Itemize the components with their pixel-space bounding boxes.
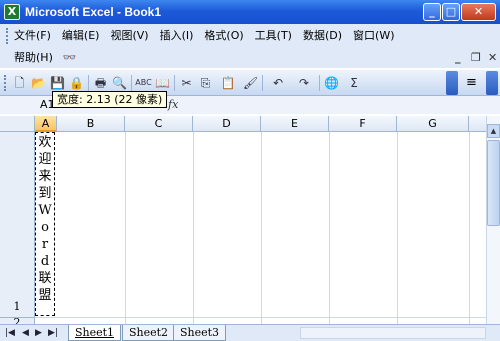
select-all-corner[interactable]: [0, 116, 35, 132]
menu-grip[interactable]: [6, 28, 9, 44]
toolbar-separator: [262, 75, 263, 91]
menu-items: 文件(F) 编辑(E) 视图(V) 插入(I) 格式(O) 工具(T) 数据(D…: [14, 28, 406, 43]
gridline: [261, 132, 262, 324]
toolbar-options-button[interactable]: [446, 71, 458, 95]
menu-help[interactable]: 帮助(H): [14, 50, 53, 65]
open-icon[interactable]: 📂: [29, 74, 48, 92]
gridline: [329, 132, 330, 324]
prev-sheet-icon[interactable]: ◀: [22, 327, 29, 339]
column-header-f[interactable]: F: [329, 116, 397, 132]
toolbar-separator: [88, 75, 89, 91]
autosum-icon[interactable]: Σ: [341, 74, 367, 92]
undo-icon[interactable]: ↶: [265, 74, 291, 92]
toolbar-separator: [131, 75, 132, 91]
copy-icon[interactable]: ⎘: [196, 74, 215, 92]
row-header-1[interactable]: 1: [0, 132, 35, 318]
menu-file[interactable]: 文件(F): [14, 28, 51, 43]
print-icon[interactable]: 🖶: [91, 74, 110, 92]
scroll-up-icon[interactable]: ▲: [487, 124, 500, 138]
gridline: [397, 132, 398, 324]
toolbar-icons: 🗋 📂 💾 🔒 🖶 🔍 ABC 📖 ✂ ⎘ 📋 🖌 ↶ ↷ 🌐 Σ: [10, 74, 367, 92]
next-sheet-icon[interactable]: ▶: [35, 327, 42, 339]
hyperlink-icon[interactable]: 🌐: [322, 74, 341, 92]
column-header-g[interactable]: G: [397, 116, 469, 132]
toolbar-grip[interactable]: [4, 75, 7, 91]
menu-data[interactable]: 数据(D): [303, 28, 342, 43]
tab-sheet1[interactable]: Sheet1: [68, 325, 122, 341]
menu-tools[interactable]: 工具(T): [255, 28, 292, 43]
fx-icon[interactable]: fx: [168, 97, 178, 113]
print-preview-icon[interactable]: 🔍: [110, 74, 129, 92]
toolbar-separator: [174, 75, 175, 91]
title-bar: X Microsoft Excel - Book1 _ □ ✕: [0, 0, 500, 24]
spelling-icon[interactable]: ABC: [134, 74, 153, 92]
column-header-b[interactable]: B: [57, 116, 125, 132]
cut-icon[interactable]: ✂: [177, 74, 196, 92]
menu-format[interactable]: 格式(O): [204, 28, 243, 43]
column-header-h[interactable]: [469, 116, 486, 132]
permission-icon[interactable]: 🔒: [67, 74, 86, 92]
toolbar-options-button-2[interactable]: [486, 71, 498, 95]
last-sheet-icon[interactable]: ▶|: [48, 327, 58, 339]
gridline: [35, 317, 486, 318]
redo-icon[interactable]: ↷: [291, 74, 317, 92]
column-header-a[interactable]: A: [35, 116, 57, 132]
menu-row-2: 帮助(H) 👓: [14, 50, 77, 65]
minimize-button[interactable]: _: [423, 3, 441, 21]
gridline: [193, 132, 194, 324]
toolbar-separator: [319, 75, 320, 91]
column-header-c[interactable]: C: [125, 116, 193, 132]
first-sheet-icon[interactable]: |◀: [5, 327, 15, 339]
research-icon[interactable]: 📖: [153, 74, 172, 92]
save-icon[interactable]: 💾: [48, 74, 67, 92]
gridline: [469, 132, 470, 324]
window-title: Microsoft Excel - Book1: [25, 5, 162, 19]
menu-edit[interactable]: 编辑(E): [62, 28, 100, 43]
menu-window[interactable]: 窗口(W): [353, 28, 394, 43]
column-width-tooltip: 宽度: 2.13 (22 像素): [52, 91, 168, 108]
format-painter-icon[interactable]: 🖌: [241, 74, 260, 92]
gridline: [125, 132, 126, 324]
column-header-e[interactable]: E: [261, 116, 329, 132]
horizontal-scrollbar[interactable]: [300, 327, 486, 339]
tab-sheet2[interactable]: Sheet2: [122, 325, 176, 341]
cell-a1-text: 欢 迎 来 到 W o r d 联 盟: [38, 135, 52, 303]
worksheet-grid[interactable]: A B C D E F G 1 2 欢 迎 来 到 W o r d 联 盟: [0, 116, 486, 324]
sheet-tabs-bar: |◀ ◀ ▶ ▶| Sheet1 Sheet2 Sheet3: [0, 324, 500, 341]
vertical-scrollbar[interactable]: ▲: [486, 116, 500, 324]
align-icon[interactable]: ≡: [466, 74, 477, 92]
tab-sheet3[interactable]: Sheet3: [173, 325, 227, 341]
excel-icon[interactable]: X: [4, 4, 20, 20]
maximize-button[interactable]: □: [442, 3, 460, 21]
glasses-icon[interactable]: 👓: [63, 50, 77, 65]
doc-restore-button[interactable]: ❐: [471, 52, 481, 64]
scroll-thumb[interactable]: [487, 140, 500, 226]
menu-view[interactable]: 视图(V): [110, 28, 148, 43]
paste-icon[interactable]: 📋: [215, 74, 241, 92]
new-icon[interactable]: 🗋: [10, 74, 29, 92]
column-header-d[interactable]: D: [193, 116, 261, 132]
menu-bar: 文件(F) 编辑(E) 视图(V) 插入(I) 格式(O) 工具(T) 数据(D…: [0, 24, 500, 68]
close-button[interactable]: ✕: [461, 3, 496, 21]
doc-minimize-button[interactable]: _: [455, 52, 461, 64]
menu-insert[interactable]: 插入(I): [160, 28, 194, 43]
doc-close-button[interactable]: ✕: [488, 52, 497, 64]
